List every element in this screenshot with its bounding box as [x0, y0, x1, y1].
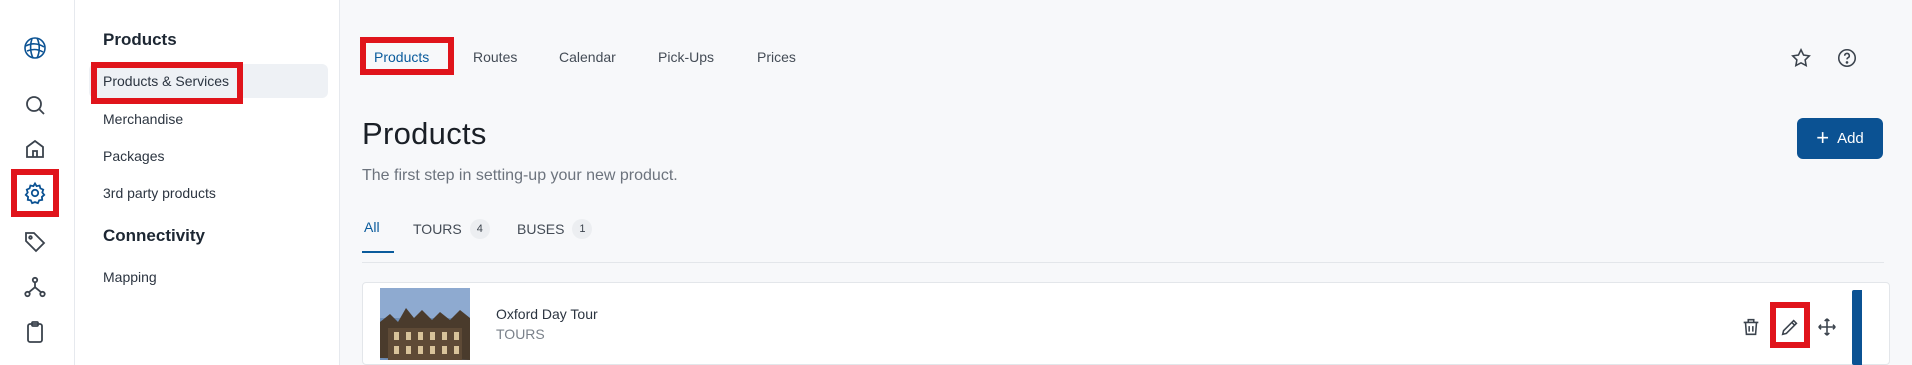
search-icon[interactable]: [17, 87, 53, 123]
sidebar-item-3rd-party-products[interactable]: 3rd party products: [103, 185, 216, 201]
product-list-item[interactable]: [362, 282, 1890, 365]
help-icon[interactable]: [1836, 47, 1858, 69]
product-name: Oxford Day Tour: [496, 306, 598, 322]
filter-tab-label: All: [364, 219, 380, 235]
row-accent-bar: [1852, 290, 1862, 365]
home-icon[interactable]: [17, 131, 53, 167]
filter-tab-all[interactable]: All: [364, 219, 380, 235]
plus-icon: +: [1816, 124, 1830, 150]
count-badge: 4: [469, 219, 490, 239]
product-thumbnail: [380, 288, 470, 360]
page-subtitle: The first step in setting-up your new pr…: [362, 167, 678, 184]
product-category: TOURS: [496, 326, 545, 342]
tab-routes[interactable]: Routes: [473, 49, 517, 65]
network-icon[interactable]: [17, 269, 53, 305]
icon-rail: [0, 0, 75, 365]
move-icon[interactable]: [1814, 314, 1840, 340]
sidebar-item-packages[interactable]: Packages: [103, 148, 164, 164]
section-heading-connectivity: Connectivity: [103, 226, 206, 245]
pencil-icon[interactable]: [1777, 314, 1803, 340]
sidebar-item-mapping[interactable]: Mapping: [103, 269, 157, 285]
star-icon[interactable]: [1790, 47, 1812, 69]
tab-products[interactable]: Products: [374, 49, 429, 65]
sidebar-item-products-services[interactable]: Products & Services: [103, 73, 229, 89]
trash-icon[interactable]: [1738, 314, 1764, 340]
gear-icon[interactable]: [11, 169, 59, 217]
clipboard-icon[interactable]: [17, 314, 53, 350]
page-title: Products: [362, 116, 487, 151]
add-button-label: Add: [1837, 130, 1864, 147]
main-content: Products Routes Calendar Pick-Ups Prices…: [340, 0, 1912, 365]
tag-icon[interactable]: [17, 223, 53, 259]
section-heading-products: Products: [103, 30, 177, 49]
filter-tab-buses[interactable]: BUSES 1: [517, 219, 593, 239]
tab-pick-ups[interactable]: Pick-Ups: [658, 49, 714, 65]
filter-tab-label: BUSES: [517, 221, 565, 237]
count-badge: 1: [572, 219, 593, 239]
sidebar-item-merchandise[interactable]: Merchandise: [103, 111, 183, 127]
filter-tab-tours[interactable]: TOURS 4: [413, 219, 490, 239]
tab-prices[interactable]: Prices: [757, 49, 796, 65]
add-button[interactable]: + Add: [1797, 118, 1883, 159]
filter-tab-label: TOURS: [413, 221, 462, 237]
secondary-sidebar: Products Products & Services Merchandise…: [75, 0, 340, 365]
tab-calendar[interactable]: Calendar: [559, 49, 616, 65]
divider: [362, 262, 1884, 263]
active-tab-underline: [362, 251, 394, 253]
globe-logo-icon[interactable]: [17, 30, 53, 66]
